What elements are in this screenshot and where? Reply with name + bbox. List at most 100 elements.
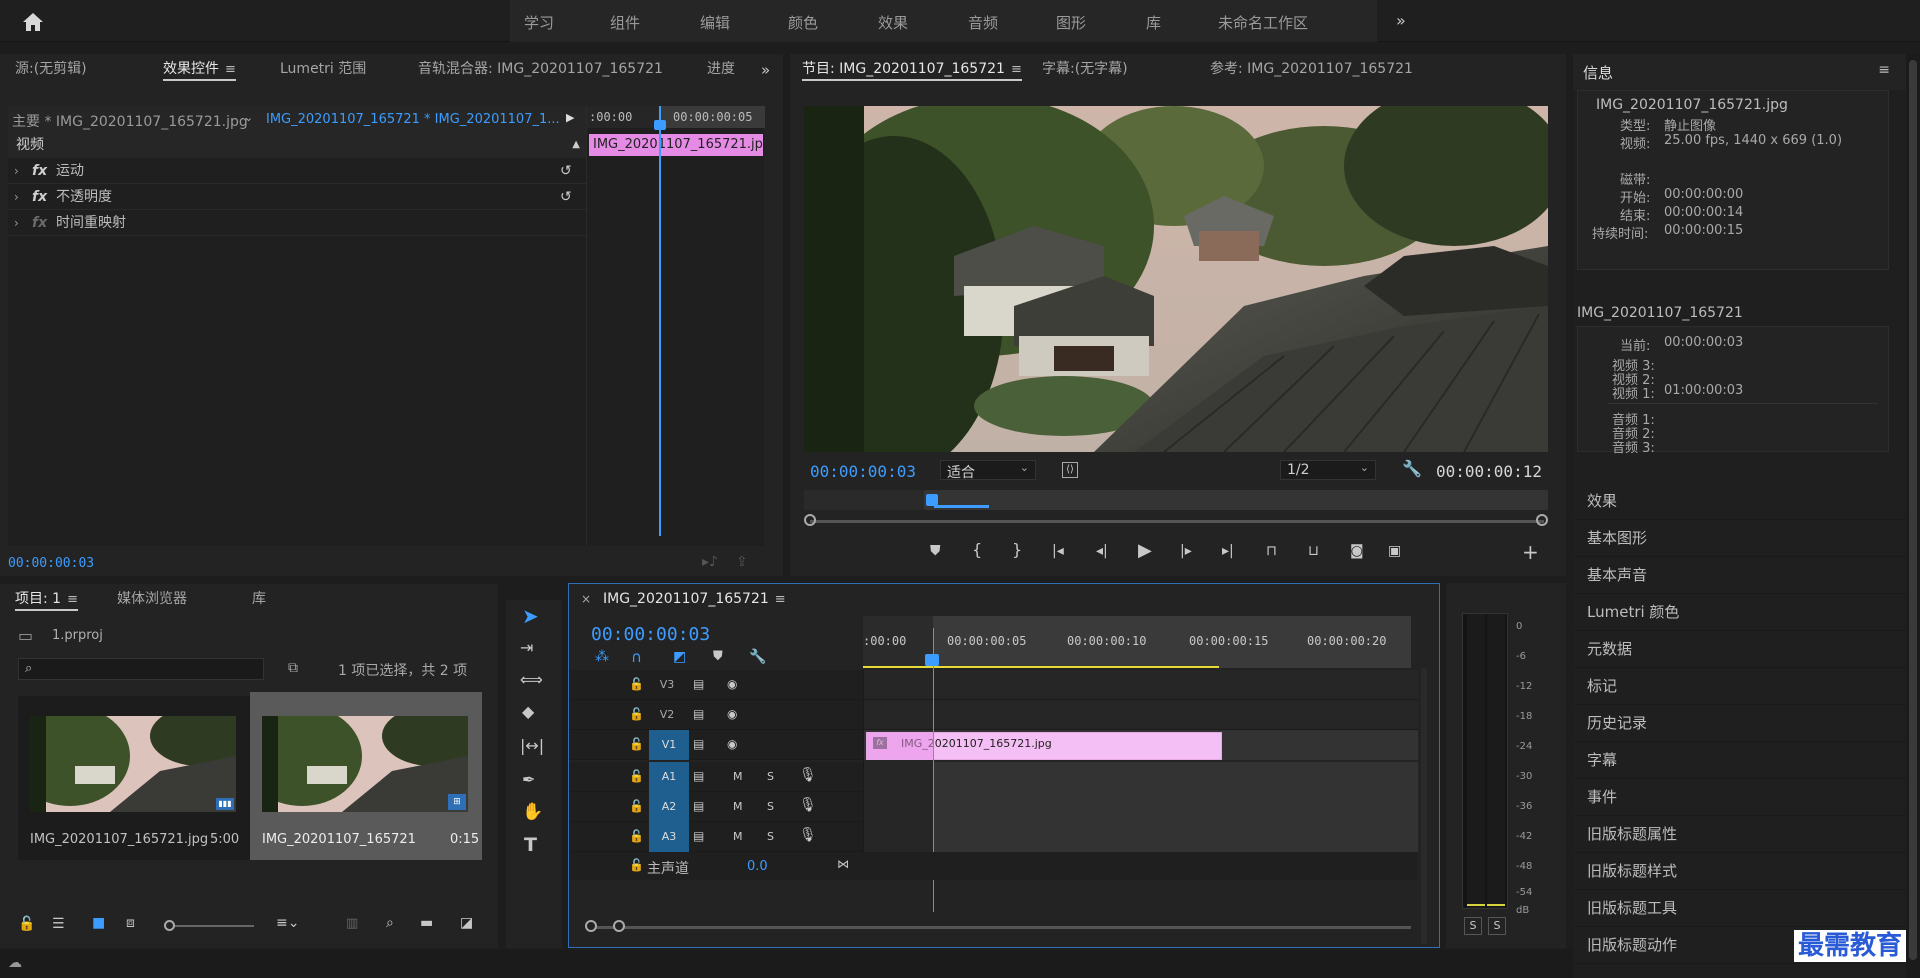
track-label-a2[interactable]: A2	[649, 792, 689, 822]
nest-icon[interactable]: ⁂	[595, 650, 609, 664]
hand-tool-icon[interactable]: ✋	[522, 804, 543, 821]
reset-icon[interactable]: ↺	[560, 158, 572, 184]
snap-icon[interactable]: ∩	[631, 650, 642, 665]
mark-in-icon[interactable]: {	[972, 542, 982, 558]
add-marker-icon[interactable]: ⛊	[713, 650, 723, 663]
menu-item-learn[interactable]: 学习	[524, 12, 554, 33]
new-item-icon[interactable]: ◪	[460, 916, 473, 930]
scroll-handle-left[interactable]	[804, 514, 816, 526]
go-to-next-edit-icon[interactable]: ⋈	[837, 858, 849, 870]
master-volume[interactable]: 0.0	[747, 859, 768, 874]
lock-icon[interactable]: 🔓	[629, 770, 644, 782]
side-item-captions[interactable]: 字幕	[1573, 742, 1906, 779]
master-clip-select[interactable]: 主要 * IMG_20201107_165721.jpg	[12, 111, 248, 131]
timeline-ruler[interactable]: :00:00 00:00:00:05 00:00:00:10 00:00:00:…	[863, 616, 1411, 668]
scroll-handle-right[interactable]	[1536, 514, 1548, 526]
program-time-ruler[interactable]	[804, 490, 1548, 510]
menu-item-audio[interactable]: 音频	[968, 12, 998, 33]
lift-icon[interactable]: ⊓	[1266, 544, 1277, 558]
home-icon[interactable]	[20, 11, 46, 33]
side-item-markers[interactable]: 标记	[1573, 668, 1906, 705]
automate-to-sequence-icon[interactable]: ▥	[346, 917, 358, 930]
tab-source[interactable]: 源:(无剪辑)	[15, 54, 87, 84]
type-tool-icon[interactable]: T	[524, 836, 537, 855]
razor-tool-icon[interactable]: ◆	[522, 704, 534, 720]
tab-progress[interactable]: 进度	[707, 54, 735, 84]
resolution-dropdown[interactable]: 1/2 ⌄	[1280, 460, 1376, 480]
project-item-sequence[interactable]: ⊞ IMG_20201107_165721 0:15	[250, 692, 482, 860]
lock-icon[interactable]: 🔓	[629, 738, 644, 750]
fx-icon[interactable]: fx	[32, 184, 47, 210]
go-to-in-icon[interactable]: |◂	[1052, 544, 1064, 558]
mini-clip-bar[interactable]: IMG_20201107_165721.jpg	[589, 134, 763, 156]
track-content[interactable]: fx IMG_20201107_165721.jpg	[863, 628, 1418, 912]
side-item-essential-graphics[interactable]: 基本图形	[1573, 520, 1906, 557]
panel-menu-icon[interactable]: ≡	[775, 585, 786, 615]
slip-tool-icon[interactable]: |↔|	[520, 738, 544, 754]
play-icon[interactable]: ▶	[1138, 542, 1152, 560]
step-forward-icon[interactable]: |▸	[1180, 544, 1192, 558]
track-label-v2[interactable]: V2	[647, 700, 687, 730]
playhead-handle[interactable]	[925, 654, 939, 666]
right-scrollbar[interactable]	[1906, 54, 1920, 978]
side-item-metadata[interactable]: 元数据	[1573, 631, 1906, 668]
sync-lock-icon[interactable]: ▤	[693, 678, 704, 690]
fit-dropdown[interactable]: 适合 ⌄	[940, 460, 1036, 481]
microphone-icon[interactable]: 🎙	[799, 828, 817, 842]
tab-reference[interactable]: 参考: IMG_20201107_165721	[1210, 54, 1413, 84]
tab-media-browser[interactable]: 媒体浏览器	[117, 584, 187, 614]
track-label-a1[interactable]: A1	[649, 762, 689, 792]
project-item-image[interactable]: ▮▮▮ IMG_20201107_165721.jpg 5:00	[18, 696, 250, 860]
icon-view-icon[interactable]: ■	[92, 916, 105, 930]
sync-lock-icon[interactable]: ▤	[693, 830, 704, 842]
audio-scrub-icon[interactable]: ▸♪	[702, 554, 718, 570]
list-view-icon[interactable]: ☰	[52, 917, 65, 931]
program-zoom-scrollbar[interactable]	[810, 520, 1544, 523]
lock-icon[interactable]: 🔓	[629, 708, 644, 720]
solo-button[interactable]: S	[767, 800, 774, 813]
menu-item-graphics[interactable]: 图形	[1056, 12, 1086, 33]
new-search-bin-icon[interactable]: ⧉	[288, 661, 298, 675]
tab-libraries[interactable]: 库	[252, 584, 266, 614]
lock-open-icon[interactable]: 🔓	[18, 917, 35, 931]
tab-program[interactable]: 节目: IMG_20201107_165721 ≡	[802, 54, 1022, 84]
tab-lumetri-scopes[interactable]: Lumetri 范围	[280, 54, 366, 84]
selection-tool-icon[interactable]: ➤	[522, 606, 539, 626]
wrench-icon[interactable]: 🔧	[749, 650, 766, 664]
lock-icon[interactable]: 🔓	[629, 800, 644, 812]
scroll-handle-right[interactable]	[613, 920, 625, 932]
program-timecode[interactable]: 00:00:00:03	[810, 462, 916, 481]
panel-menu-icon[interactable]: ≡	[1878, 62, 1890, 78]
tab-sequence[interactable]: IMG_20201107_165721 ≡	[603, 584, 786, 614]
close-tab-icon[interactable]: ×	[581, 592, 591, 606]
solo-right-button[interactable]: S	[1488, 917, 1506, 935]
add-button-icon[interactable]: +	[1522, 542, 1539, 562]
vertical-scrollbar[interactable]	[1421, 668, 1427, 944]
step-back-icon[interactable]: ◂|	[1096, 544, 1108, 558]
extract-icon[interactable]: ⊔	[1308, 544, 1319, 558]
tab-captions[interactable]: 字幕:(无字幕)	[1042, 54, 1128, 84]
sync-lock-icon[interactable]: ▤	[693, 770, 704, 782]
effect-row-time-remap[interactable]: › fx 时间重映射	[8, 210, 586, 236]
timeline-timecode[interactable]: 00:00:00:03	[591, 624, 710, 645]
more-tabs-icon[interactable]: »	[761, 63, 770, 78]
side-item-legacy-title-tools[interactable]: 旧版标题工具	[1573, 890, 1906, 927]
solo-button[interactable]: S	[767, 830, 774, 843]
microphone-icon[interactable]: 🎙	[799, 768, 817, 782]
reset-icon[interactable]: ↺	[560, 184, 572, 210]
menu-item-color[interactable]: 颜色	[788, 12, 818, 33]
zoom-slider[interactable]	[166, 925, 254, 927]
effect-controls-timecode[interactable]: 00:00:00:03	[8, 556, 94, 571]
eye-icon[interactable]: ◉	[727, 678, 737, 690]
go-to-out-icon[interactable]: ▸|	[1222, 544, 1234, 558]
solo-button[interactable]: S	[767, 770, 774, 783]
menu-item-edit[interactable]: 编辑	[700, 12, 730, 33]
side-item-effects[interactable]: 效果	[1573, 483, 1906, 520]
expand-chevron-icon[interactable]: ›	[14, 210, 19, 236]
timeline-zoom-scrollbar[interactable]	[591, 926, 1411, 929]
side-item-essential-sound[interactable]: 基本声音	[1573, 557, 1906, 594]
mini-playhead-handle[interactable]	[654, 120, 666, 130]
sort-icons-icon[interactable]: ≡⌄	[276, 916, 299, 930]
tab-project[interactable]: 项目: 1 ≡	[15, 584, 78, 614]
more-workspaces-icon[interactable]: »	[1396, 13, 1406, 29]
